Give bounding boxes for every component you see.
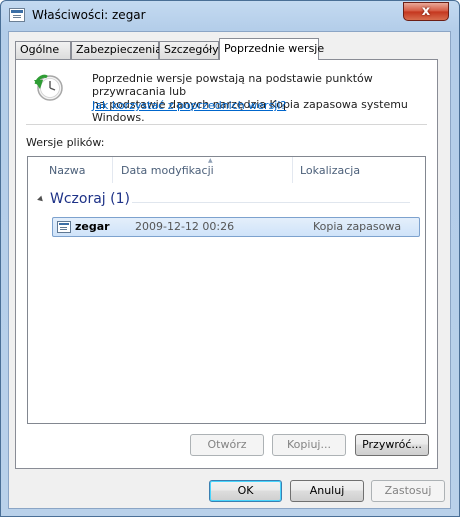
column-header-location[interactable]: Lokalizacja: [300, 160, 360, 182]
column-header-name[interactable]: Nazwa: [49, 160, 85, 182]
divider: [26, 124, 427, 125]
tab-general[interactable]: Ogólne: [15, 41, 71, 59]
dialog-body: Ogólne Zabezpieczenia Szczegóły Poprzedn…: [8, 31, 451, 509]
copy-button[interactable]: Kopiuj...: [272, 434, 346, 456]
previous-versions-panel: Poprzednie wersje powstają na podstawie …: [15, 59, 438, 469]
sort-arrow-icon: ▲: [208, 157, 213, 164]
version-date: 2009-12-12 00:26: [135, 220, 235, 233]
column-divider[interactable]: [292, 157, 293, 183]
version-name: zegar: [75, 220, 110, 233]
title-bar[interactable]: Właściwości: zegar x: [1, 1, 459, 31]
file-versions-label: Wersje plików:: [26, 136, 105, 149]
list-item[interactable]: zegar 2009-12-12 00:26 Kopia zapasowa: [52, 217, 420, 237]
file-icon: [57, 221, 71, 233]
info-description: Poprzednie wersje powstają na podstawie …: [92, 72, 427, 124]
close-button[interactable]: x: [403, 2, 449, 21]
window-title: Właściwości: zegar: [32, 8, 146, 22]
tab-details[interactable]: Szczegóły: [159, 41, 219, 59]
group-header[interactable]: Wczoraj (1): [50, 191, 130, 207]
version-location: Kopia zapasowa: [313, 220, 402, 233]
ok-button[interactable]: OK: [209, 480, 282, 502]
open-button[interactable]: Otwórz: [190, 434, 264, 456]
tab-previous-versions[interactable]: Poprzednie wersje: [219, 38, 324, 60]
column-divider[interactable]: [112, 157, 113, 183]
window-file-icon: [9, 8, 25, 22]
help-link[interactable]: Jak korzystać z poprzednich wersji?: [92, 99, 286, 112]
restore-button[interactable]: Przywróć...: [355, 434, 429, 456]
apply-button[interactable]: Zastosuj: [371, 480, 445, 502]
versions-list[interactable]: Nazwa Data modyfikacji ▲ Lokalizacja Wcz…: [27, 156, 426, 424]
properties-window: Właściwości: zegar x Ogólne Zabezpieczen…: [0, 0, 460, 517]
tab-security[interactable]: Zabezpieczenia: [71, 41, 162, 59]
cancel-button[interactable]: Anuluj: [290, 480, 364, 502]
group-collapse-icon[interactable]: [37, 195, 45, 204]
restore-clock-icon: [34, 74, 63, 101]
column-header-date[interactable]: Data modyfikacji: [121, 160, 214, 182]
info-line-1: Poprzednie wersje powstają na podstawie …: [92, 72, 373, 98]
group-divider: [132, 202, 410, 203]
